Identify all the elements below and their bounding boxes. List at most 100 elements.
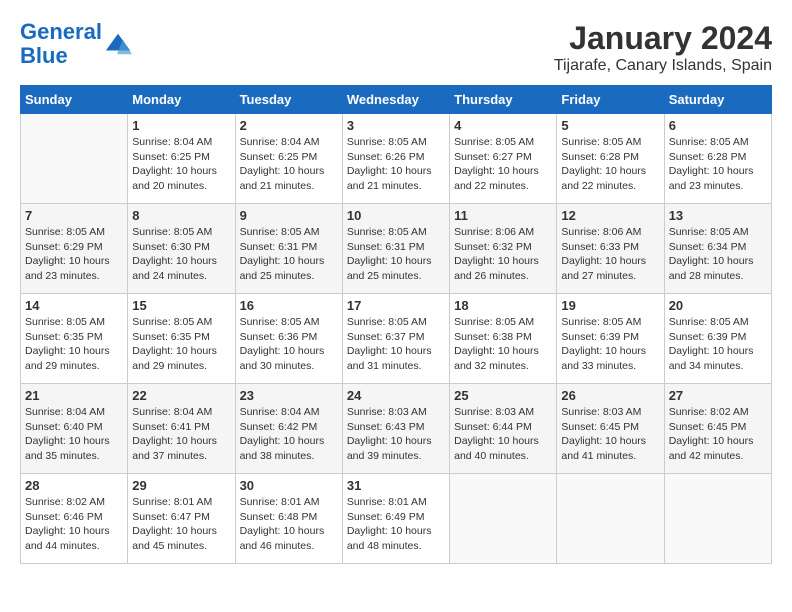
calendar-cell: 15 Sunrise: 8:05 AM Sunset: 6:35 PM Dayli… <box>128 294 235 384</box>
day-info: Sunrise: 8:05 AM Sunset: 6:35 PM Dayligh… <box>25 315 123 374</box>
calendar-cell: 27 Sunrise: 8:02 AM Sunset: 6:45 PM Dayli… <box>664 384 771 474</box>
day-number: 1 <box>132 118 230 133</box>
day-info: Sunrise: 8:06 AM Sunset: 6:33 PM Dayligh… <box>561 225 659 284</box>
calendar-cell: 8 Sunrise: 8:05 AM Sunset: 6:30 PM Daylig… <box>128 204 235 294</box>
calendar-week-row: 7 Sunrise: 8:05 AM Sunset: 6:29 PM Daylig… <box>21 204 772 294</box>
day-info: Sunrise: 8:05 AM Sunset: 6:34 PM Dayligh… <box>669 225 767 284</box>
day-info: Sunrise: 8:05 AM Sunset: 6:39 PM Dayligh… <box>669 315 767 374</box>
day-info: Sunrise: 8:01 AM Sunset: 6:49 PM Dayligh… <box>347 495 445 554</box>
logo-icon <box>104 30 132 58</box>
day-number: 7 <box>25 208 123 223</box>
day-number: 17 <box>347 298 445 313</box>
day-info: Sunrise: 8:05 AM Sunset: 6:31 PM Dayligh… <box>240 225 338 284</box>
day-info: Sunrise: 8:05 AM Sunset: 6:38 PM Dayligh… <box>454 315 552 374</box>
title-block: January 2024 Tijarafe, Canary Islands, S… <box>554 20 772 75</box>
day-info: Sunrise: 8:04 AM Sunset: 6:41 PM Dayligh… <box>132 405 230 464</box>
calendar-cell: 17 Sunrise: 8:05 AM Sunset: 6:37 PM Dayli… <box>342 294 449 384</box>
day-number: 20 <box>669 298 767 313</box>
calendar-cell: 24Sunrise: 8:03 AM Sunset: 6:43 PM Dayli… <box>342 384 449 474</box>
calendar-cell: 25 Sunrise: 8:03 AM Sunset: 6:44 PM Dayli… <box>450 384 557 474</box>
logo: General Blue <box>20 20 132 68</box>
day-info: Sunrise: 8:02 AM Sunset: 6:45 PM Dayligh… <box>669 405 767 464</box>
day-number: 4 <box>454 118 552 133</box>
calendar-cell: 1 Sunrise: 8:04 AM Sunset: 6:25 PM Daylig… <box>128 114 235 204</box>
day-number: 8 <box>132 208 230 223</box>
day-info: Sunrise: 8:03 AM Sunset: 6:45 PM Dayligh… <box>561 405 659 464</box>
calendar-cell <box>664 474 771 564</box>
calendar-cell: 14 Sunrise: 8:05 AM Sunset: 6:35 PM Dayli… <box>21 294 128 384</box>
day-info: Sunrise: 8:05 AM Sunset: 6:28 PM Dayligh… <box>561 135 659 194</box>
calendar-table: SundayMondayTuesdayWednesdayThursdayFrid… <box>20 85 772 564</box>
calendar-cell: 9 Sunrise: 8:05 AM Sunset: 6:31 PM Daylig… <box>235 204 342 294</box>
logo-line1: General <box>20 19 102 44</box>
calendar-cell: 29Sunrise: 8:01 AM Sunset: 6:47 PM Dayli… <box>128 474 235 564</box>
col-header-monday: Monday <box>128 86 235 114</box>
day-number: 27 <box>669 388 767 403</box>
day-info: Sunrise: 8:05 AM Sunset: 6:36 PM Dayligh… <box>240 315 338 374</box>
day-info: Sunrise: 8:04 AM Sunset: 6:25 PM Dayligh… <box>240 135 338 194</box>
col-header-friday: Friday <box>557 86 664 114</box>
calendar-cell <box>450 474 557 564</box>
calendar-week-row: 28Sunrise: 8:02 AM Sunset: 6:46 PM Dayli… <box>21 474 772 564</box>
day-number: 30 <box>240 478 338 493</box>
day-number: 29 <box>132 478 230 493</box>
day-info: Sunrise: 8:04 AM Sunset: 6:42 PM Dayligh… <box>240 405 338 464</box>
day-info: Sunrise: 8:05 AM Sunset: 6:39 PM Dayligh… <box>561 315 659 374</box>
day-info: Sunrise: 8:05 AM Sunset: 6:35 PM Dayligh… <box>132 315 230 374</box>
day-number: 9 <box>240 208 338 223</box>
calendar-cell: 11Sunrise: 8:06 AM Sunset: 6:32 PM Dayli… <box>450 204 557 294</box>
calendar-cell: 13 Sunrise: 8:05 AM Sunset: 6:34 PM Dayli… <box>664 204 771 294</box>
day-number: 18 <box>454 298 552 313</box>
page-title: January 2024 <box>554 20 772 57</box>
page-subtitle: Tijarafe, Canary Islands, Spain <box>554 57 772 75</box>
calendar-week-row: 1 Sunrise: 8:04 AM Sunset: 6:25 PM Daylig… <box>21 114 772 204</box>
day-number: 23 <box>240 388 338 403</box>
calendar-cell: 31Sunrise: 8:01 AM Sunset: 6:49 PM Dayli… <box>342 474 449 564</box>
page-header: General Blue January 2024 Tijarafe, Cana… <box>20 20 772 75</box>
col-header-sunday: Sunday <box>21 86 128 114</box>
calendar-cell: 7 Sunrise: 8:05 AM Sunset: 6:29 PM Daylig… <box>21 204 128 294</box>
day-info: Sunrise: 8:05 AM Sunset: 6:27 PM Dayligh… <box>454 135 552 194</box>
day-number: 15 <box>132 298 230 313</box>
day-info: Sunrise: 8:05 AM Sunset: 6:30 PM Dayligh… <box>132 225 230 284</box>
calendar-cell: 4 Sunrise: 8:05 AM Sunset: 6:27 PM Daylig… <box>450 114 557 204</box>
day-number: 19 <box>561 298 659 313</box>
calendar-cell: 26Sunrise: 8:03 AM Sunset: 6:45 PM Dayli… <box>557 384 664 474</box>
day-info: Sunrise: 8:04 AM Sunset: 6:40 PM Dayligh… <box>25 405 123 464</box>
day-info: Sunrise: 8:03 AM Sunset: 6:43 PM Dayligh… <box>347 405 445 464</box>
col-header-wednesday: Wednesday <box>342 86 449 114</box>
day-info: Sunrise: 8:01 AM Sunset: 6:48 PM Dayligh… <box>240 495 338 554</box>
calendar-cell: 22Sunrise: 8:04 AM Sunset: 6:41 PM Dayli… <box>128 384 235 474</box>
calendar-cell <box>21 114 128 204</box>
day-number: 2 <box>240 118 338 133</box>
day-info: Sunrise: 8:05 AM Sunset: 6:29 PM Dayligh… <box>25 225 123 284</box>
calendar-cell: 21 Sunrise: 8:04 AM Sunset: 6:40 PM Dayli… <box>21 384 128 474</box>
day-info: Sunrise: 8:04 AM Sunset: 6:25 PM Dayligh… <box>132 135 230 194</box>
day-number: 13 <box>669 208 767 223</box>
day-info: Sunrise: 8:05 AM Sunset: 6:26 PM Dayligh… <box>347 135 445 194</box>
day-number: 10 <box>347 208 445 223</box>
day-info: Sunrise: 8:05 AM Sunset: 6:37 PM Dayligh… <box>347 315 445 374</box>
day-number: 11 <box>454 208 552 223</box>
day-number: 14 <box>25 298 123 313</box>
calendar-cell: 5 Sunrise: 8:05 AM Sunset: 6:28 PM Daylig… <box>557 114 664 204</box>
calendar-cell: 12 Sunrise: 8:06 AM Sunset: 6:33 PM Dayli… <box>557 204 664 294</box>
day-number: 16 <box>240 298 338 313</box>
day-number: 12 <box>561 208 659 223</box>
day-info: Sunrise: 8:05 AM Sunset: 6:31 PM Dayligh… <box>347 225 445 284</box>
logo-line2: Blue <box>20 43 68 68</box>
day-info: Sunrise: 8:05 AM Sunset: 6:28 PM Dayligh… <box>669 135 767 194</box>
day-info: Sunrise: 8:03 AM Sunset: 6:44 PM Dayligh… <box>454 405 552 464</box>
calendar-cell: 20 Sunrise: 8:05 AM Sunset: 6:39 PM Dayli… <box>664 294 771 384</box>
calendar-cell: 28Sunrise: 8:02 AM Sunset: 6:46 PM Dayli… <box>21 474 128 564</box>
day-number: 6 <box>669 118 767 133</box>
day-number: 5 <box>561 118 659 133</box>
calendar-cell: 2 Sunrise: 8:04 AM Sunset: 6:25 PM Daylig… <box>235 114 342 204</box>
calendar-cell: 19 Sunrise: 8:05 AM Sunset: 6:39 PM Dayli… <box>557 294 664 384</box>
calendar-cell: 3Sunrise: 8:05 AM Sunset: 6:26 PM Daylig… <box>342 114 449 204</box>
day-number: 21 <box>25 388 123 403</box>
day-number: 25 <box>454 388 552 403</box>
calendar-cell: 18 Sunrise: 8:05 AM Sunset: 6:38 PM Dayli… <box>450 294 557 384</box>
logo-text: General Blue <box>20 20 102 68</box>
calendar-cell: 10 Sunrise: 8:05 AM Sunset: 6:31 PM Dayli… <box>342 204 449 294</box>
